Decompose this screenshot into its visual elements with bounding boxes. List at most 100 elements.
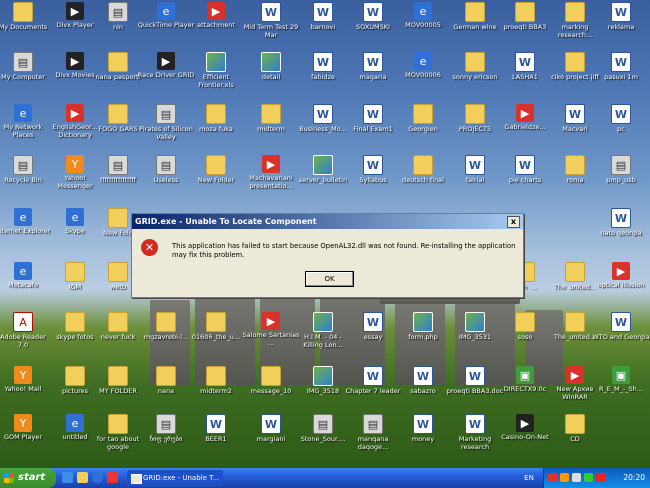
- folder-icon: [515, 2, 535, 22]
- desktop-icon[interactable]: moza fuka: [187, 104, 245, 133]
- folder-icon: [108, 104, 128, 124]
- tray-network-icon[interactable]: [584, 473, 593, 482]
- folder-icon: [465, 2, 485, 22]
- desktop-icon[interactable]: Wpc: [592, 104, 650, 133]
- img-icon: [313, 312, 333, 332]
- gray-icon: ▤: [313, 414, 333, 434]
- desktop-icon-label: sabazro: [410, 387, 436, 395]
- tray-antivirus-icon[interactable]: [548, 473, 557, 482]
- red-icon: ▶: [612, 262, 630, 280]
- folder-icon: [565, 155, 585, 175]
- desktop-icon[interactable]: ▶ attachment: [187, 2, 245, 29]
- desktop-icon-label: pmp_usb: [606, 176, 636, 184]
- desktop-icon[interactable]: e Internet Explorer: [0, 208, 52, 235]
- dialog-titlebar[interactable]: GRID.exe - Unable To Locate Component x: [132, 214, 523, 229]
- desktop-icon-label: message_10: [250, 387, 292, 395]
- folder-icon: [261, 366, 281, 386]
- folder-icon: [565, 52, 585, 72]
- desktop-icon[interactable]: New Folder: [187, 155, 245, 184]
- tray-app-icon[interactable]: [596, 473, 605, 482]
- folder-icon: [13, 2, 33, 22]
- desktop-icon[interactable]: ▣ R_E_M_-_Sh...: [592, 366, 650, 393]
- img-icon: [313, 366, 333, 386]
- ok-button[interactable]: OK: [305, 271, 354, 287]
- desktop-icon-label: pasuxi 1m: [604, 73, 638, 81]
- error-dialog: GRID.exe - Unable To Locate Component x …: [131, 213, 524, 298]
- folder-icon: [565, 2, 585, 22]
- folder-icon: [206, 104, 226, 124]
- dark-icon: ▶: [157, 52, 175, 70]
- desktop-icon[interactable]: Efficient Frontier.xls: [187, 52, 245, 89]
- orange-icon: Y: [14, 366, 32, 384]
- desktop-icon[interactable]: Wreklama: [592, 2, 650, 31]
- desktop-icon[interactable]: My Documents: [0, 2, 52, 31]
- desktop-icon[interactable]: W WTO and Georgia: [592, 312, 650, 341]
- desktop-icon[interactable]: e MOV00006: [394, 52, 452, 79]
- desktop-icon[interactable]: ▶ Salome Sartanias ...: [242, 312, 300, 347]
- blue-icon: e: [414, 2, 432, 20]
- blue-icon: e: [66, 208, 84, 226]
- desktop-icon[interactable]: ▤ pmp_usb: [592, 155, 650, 184]
- desktop-icon[interactable]: Y Yahoo! Mail: [0, 366, 52, 393]
- word-icon: W: [363, 366, 383, 386]
- desktop-icon[interactable]: midterm2: [187, 366, 245, 395]
- start-label: start: [18, 472, 46, 483]
- tray-shield-icon[interactable]: [560, 473, 569, 482]
- desktop-icon-label: nato georgia: [600, 229, 642, 237]
- desktop-icon-label: midterm2: [200, 387, 232, 395]
- gray-icon: ▤: [156, 104, 176, 124]
- word-icon: W: [413, 366, 433, 386]
- desktop-icon[interactable]: deutsch final: [394, 155, 452, 184]
- desktop-icon-label: Internet Explorer: [0, 227, 51, 235]
- desktop-icon[interactable]: Y GOM Player: [0, 414, 52, 441]
- desktop-icon[interactable]: e Metacafe: [0, 262, 52, 289]
- quicklaunch-media-icon[interactable]: [107, 472, 118, 483]
- word-icon: W: [611, 312, 631, 332]
- desktop-icon[interactable]: e My Network Places: [0, 104, 52, 139]
- desktop-icon[interactable]: ▶ optical illusion: [592, 262, 650, 289]
- taskbar-button-grid[interactable]: GRID.exe - Unable T...: [127, 470, 223, 486]
- desktop-icon[interactable]: Wnato georgia: [592, 208, 650, 237]
- folder-icon: [565, 262, 585, 282]
- gray-icon: ▤: [156, 155, 176, 175]
- desktop-icon[interactable]: W BEER1: [187, 414, 245, 443]
- desktop-icon[interactable]: detail: [242, 52, 300, 81]
- error-icon: ✕: [141, 239, 158, 256]
- desktop-icon[interactable]: Wmargiani: [242, 414, 300, 443]
- desktop-icon[interactable]: CD: [546, 414, 604, 443]
- desktop-icon[interactable]: form.php: [394, 312, 452, 341]
- desktop-icon[interactable]: ▶ Machavariani presentatio...: [242, 155, 300, 190]
- quicklaunch-desktop-icon[interactable]: [62, 472, 73, 483]
- desktop-icon[interactable]: 01606_the_u...: [187, 312, 245, 341]
- quicklaunch-explorer-icon[interactable]: [77, 472, 88, 483]
- blue-icon: e: [414, 52, 432, 70]
- desktop-icon[interactable]: Wpasuxi 1m: [592, 52, 650, 81]
- desktop-icon[interactable]: Wsabazro: [394, 366, 452, 395]
- red-icon: ▶: [516, 104, 534, 122]
- desktop-icon[interactable]: A Adobe Reader 7.0: [0, 312, 52, 349]
- word-icon: W: [515, 52, 535, 72]
- red-icon: ▶: [66, 104, 84, 122]
- desktop-icon[interactable]: midterm: [242, 104, 300, 133]
- desktop-icon[interactable]: Wmoney: [394, 414, 452, 443]
- language-indicator[interactable]: EN: [519, 472, 539, 484]
- quicklaunch-ie-icon[interactable]: [92, 472, 103, 483]
- dialog-message: This application has failed to start bec…: [172, 242, 516, 259]
- desktop-icon-label: Mid Term Test 29 Mar: [243, 23, 299, 39]
- start-button[interactable]: start: [0, 468, 56, 488]
- desktop-icon[interactable]: ▤ My Computer: [0, 52, 52, 81]
- close-button[interactable]: x: [507, 216, 520, 228]
- img-icon: [206, 52, 226, 72]
- desktop-icon[interactable]: ▤ Recycle Bin: [0, 155, 52, 184]
- desktop-icon-label: MOV00006: [405, 71, 441, 79]
- tray-volume-icon[interactable]: [572, 473, 581, 482]
- desktop-icon[interactable]: W Mid Term Test 29 Mar: [242, 2, 300, 39]
- folder-icon: [261, 104, 281, 124]
- desktop-icon[interactable]: e MOV00005: [394, 2, 452, 29]
- desktop-icon[interactable]: Georgien: [394, 104, 452, 133]
- desktop-icon[interactable]: message_10: [242, 366, 300, 395]
- desktop-icon-label: deutsch final: [402, 176, 444, 184]
- red-icon: ▶: [566, 366, 584, 384]
- orange-icon: Y: [66, 155, 84, 173]
- folder-icon: [565, 312, 585, 332]
